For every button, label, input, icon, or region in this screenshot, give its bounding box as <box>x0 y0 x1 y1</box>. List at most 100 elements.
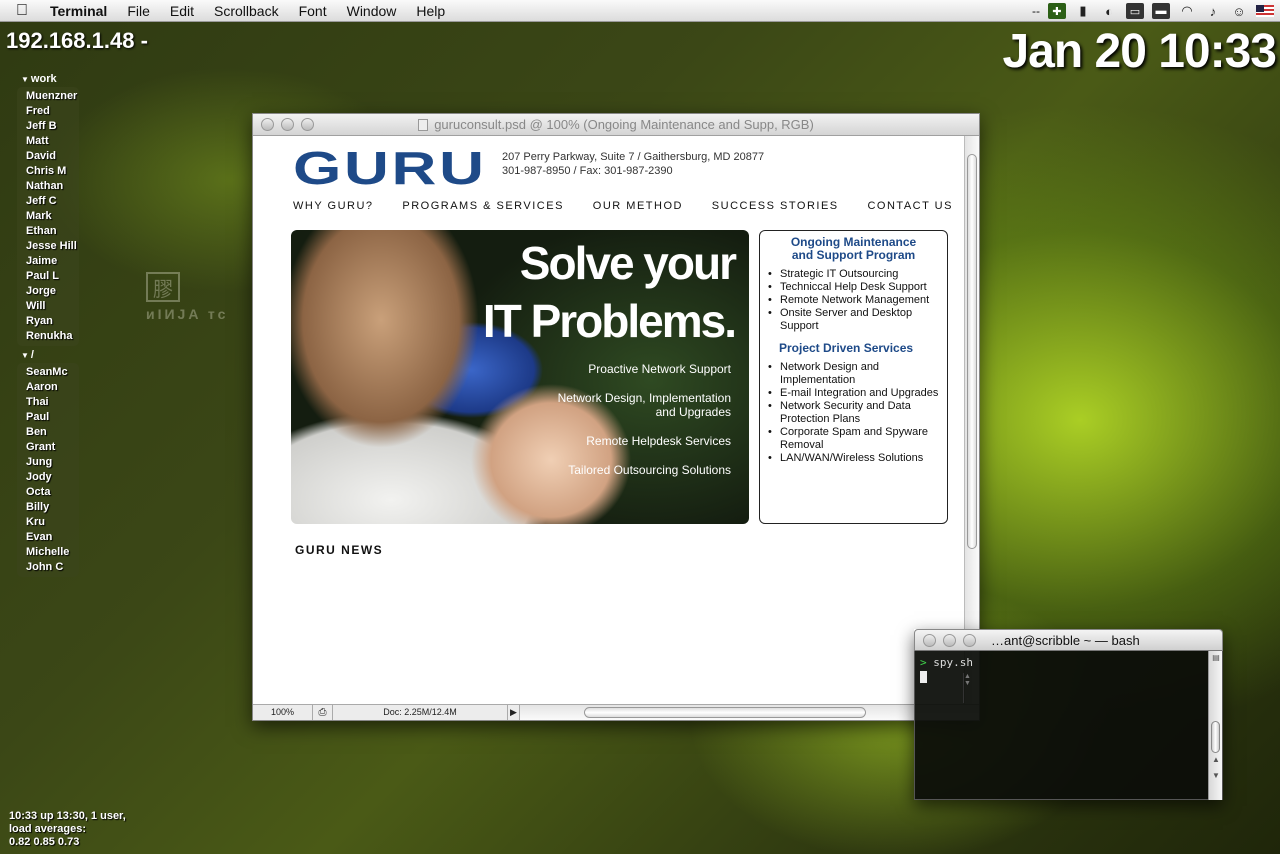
buddy-item[interactable]: David <box>17 149 79 164</box>
us-flag-icon[interactable] <box>1256 5 1274 17</box>
vertical-scroll-thumb[interactable] <box>967 154 977 549</box>
buddy-item[interactable]: Ryan <box>17 314 79 329</box>
nav-success-stories: SUCCESS STORIES <box>711 200 839 212</box>
menu-help[interactable]: Help <box>406 0 455 22</box>
volume-icon[interactable]: ♪ <box>1204 3 1222 19</box>
disclosure-triangle-icon[interactable]: ▼ <box>21 351 29 360</box>
terminal-content[interactable]: > spy.sh ▲ ▼ ▤ ▲ ▼ <box>914 651 1223 800</box>
buddy-item[interactable]: Ethan <box>17 224 79 239</box>
buddy-item[interactable]: Jung <box>17 455 79 470</box>
palette-icon[interactable]: ◐ <box>1100 3 1118 19</box>
menu-app-name[interactable]: Terminal <box>44 0 117 22</box>
horizontal-scroll-thumb[interactable] <box>584 707 866 718</box>
buddy-item[interactable]: Will <box>17 299 79 314</box>
uptime-line: 10:33 up 13:30, 1 user, <box>9 810 126 822</box>
buddy-group-header[interactable]: ▼ work <box>17 72 79 87</box>
buddy-item[interactable]: John C <box>17 560 79 575</box>
vertical-scrollbar[interactable] <box>964 136 979 706</box>
buddy-item[interactable]: Mark <box>17 209 79 224</box>
scroll-up-arrow-icon[interactable]: ▲ <box>1209 755 1223 764</box>
buddy-item[interactable]: Octa <box>17 485 79 500</box>
minimize-button[interactable] <box>281 118 294 131</box>
ip-address-label: 192.168.1.48 - <box>6 28 148 53</box>
buddy-item[interactable]: Matt <box>17 134 79 149</box>
zoom-level-field[interactable]: 100% <box>253 705 313 720</box>
buddy-item[interactable]: Jesse Hill <box>17 239 79 254</box>
terminal-prompt: > <box>920 656 927 669</box>
buddy-item[interactable]: Thai <box>17 395 79 410</box>
battery-bar-icon[interactable]: ▮ <box>1074 3 1092 19</box>
services-sidebox: Ongoing Maintenance and Support Program … <box>759 230 948 524</box>
buddy-item[interactable]: Jorge <box>17 284 79 299</box>
status-menu-arrow-icon[interactable]: ▶ <box>508 705 520 720</box>
buddy-item[interactable]: Grant <box>17 440 79 455</box>
buddy-item[interactable]: Jeff B <box>17 119 79 134</box>
buddy-item[interactable]: Billy <box>17 500 79 515</box>
buddy-item[interactable]: Jody <box>17 470 79 485</box>
buddy-item[interactable]: Muenzner <box>17 89 79 104</box>
user-icon[interactable]: ☺ <box>1230 3 1248 19</box>
document-size-info: Doc: 2.25M/12.4M <box>333 705 508 720</box>
service-list-item: Remote Network Management <box>768 294 939 307</box>
buddy-group: SeanMc Aaron Thai Paul Ben Grant Jung Jody Octa B… <box>17 363 79 577</box>
menu-font[interactable]: Font <box>289 0 337 22</box>
ninja-watermark-logo: 膠 ᴎIИJA ᴛᴄ <box>146 272 228 322</box>
buddy-group-name: work <box>30 73 57 85</box>
photoshop-document-window: guruconsult.psd @ 100% (Ongoing Maintena… <box>252 113 980 721</box>
tray-plus-icon[interactable]: ✚ <box>1048 3 1066 19</box>
zoom-button[interactable] <box>301 118 314 131</box>
terminal-scroll-thumb[interactable] <box>1211 721 1220 753</box>
buddy-group-name: / <box>30 349 34 361</box>
buddy-item[interactable]: Kru <box>17 515 79 530</box>
terminal-cursor <box>920 671 927 683</box>
terminal-scrollbar[interactable]: ▤ ▲ ▼ <box>1208 651 1222 800</box>
close-button[interactable] <box>261 118 274 131</box>
ongoing-maintenance-heading: Ongoing Maintenance and Support Program <box>790 235 917 262</box>
menu-scrollback[interactable]: Scrollback <box>204 0 289 22</box>
nav-programs-services: PROGRAMS & SERVICES <box>402 200 564 212</box>
buddy-item[interactable]: Jeff C <box>17 194 79 209</box>
ninja-glyph-icon: 膠 <box>146 272 180 302</box>
buddy-item[interactable]: Jaime <box>17 254 79 269</box>
tray-dash-label[interactable]: -- <box>1032 4 1040 18</box>
document-info-icon[interactable]: ⎙ <box>313 705 333 720</box>
terminal-title-bar[interactable]: …ant@scribble ~ — bash <box>914 629 1223 651</box>
buddy-item[interactable]: Renukha <box>17 329 79 344</box>
terminal-command: spy.sh <box>933 656 973 669</box>
hero-headline-line1: Solve your <box>519 237 737 289</box>
address-line: 207 Perry Parkway, Suite 7 / Gaithersbur… <box>502 151 765 163</box>
terminal-close-button[interactable] <box>923 634 936 647</box>
service-list-item: Network Design and Implementation <box>768 361 939 387</box>
buddy-item[interactable]: Aaron <box>17 380 79 395</box>
buddy-item[interactable]: Evan <box>17 530 79 545</box>
buddy-item[interactable]: Michelle <box>17 545 79 560</box>
menu-file[interactable]: File <box>117 0 160 22</box>
menu-bar:  Terminal File Edit Scrollback Font Win… <box>0 0 1280 22</box>
buddy-group-header[interactable]: ▼ / <box>17 348 79 363</box>
ninja-logo-lettering: ᴎIИJA ᴛᴄ <box>146 306 229 322</box>
buddy-item[interactable]: SeanMc <box>17 365 79 380</box>
buddy-item[interactable]: Paul L <box>17 269 79 284</box>
psd-file-icon <box>418 119 429 131</box>
display-icon[interactable]: ▭ <box>1126 3 1144 19</box>
buddy-item[interactable]: Paul <box>17 410 79 425</box>
wifi-icon[interactable]: ◠ <box>1178 3 1196 19</box>
menu-window[interactable]: Window <box>337 0 407 22</box>
scroll-down-arrow-icon[interactable]: ▼ <box>1209 771 1223 780</box>
terminal-zoom-button[interactable] <box>963 634 976 647</box>
battery-icon[interactable]: ▬ <box>1152 3 1170 19</box>
service-list-item: LAN/WAN/Wireless Solutions <box>768 452 939 465</box>
document-canvas[interactable]: GURU 207 Perry Parkway, Suite 7 / Gaithe… <box>253 136 966 706</box>
menu-edit[interactable]: Edit <box>160 0 204 22</box>
buddy-item[interactable]: Nathan <box>17 179 79 194</box>
desktop-clock: Jan 20 10:33 <box>1002 25 1277 78</box>
buddy-item[interactable]: Fred <box>17 104 79 119</box>
buddy-item[interactable]: Ben <box>17 425 79 440</box>
document-title-bar[interactable]: guruconsult.psd @ 100% (Ongoing Maintena… <box>253 114 979 136</box>
disclosure-triangle-icon[interactable]: ▼ <box>21 75 29 84</box>
scroll-lock-icon[interactable]: ▤ <box>1209 653 1223 662</box>
terminal-minimize-button[interactable] <box>943 634 956 647</box>
buddy-item[interactable]: Chris M <box>17 164 79 179</box>
apple-menu-icon[interactable]:  <box>0 2 44 20</box>
horizontal-scrollbar[interactable] <box>520 705 979 720</box>
